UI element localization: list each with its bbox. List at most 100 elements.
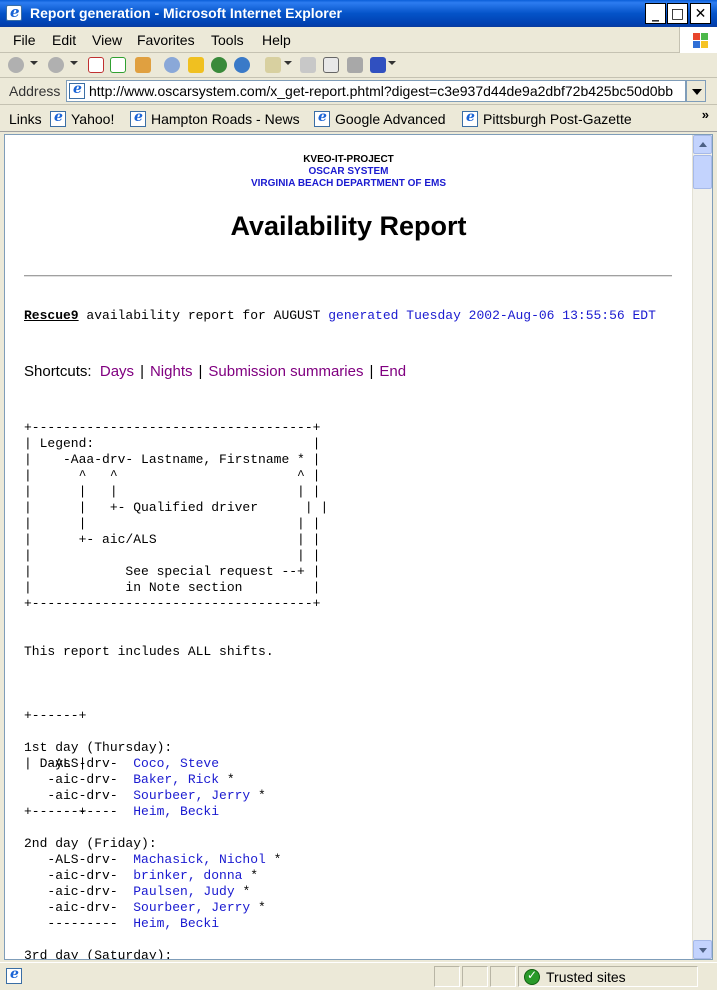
special-request-mark: *: [219, 772, 235, 787]
menu-file[interactable]: File: [13, 32, 36, 48]
menu-view[interactable]: View: [92, 32, 122, 48]
print-icon[interactable]: [300, 57, 316, 73]
role-code: -aic-drv-: [24, 772, 134, 787]
search-icon[interactable]: [164, 57, 180, 73]
address-url[interactable]: http://www.oscarsystem.com/x_get-report.…: [89, 83, 673, 99]
menu-edit[interactable]: Edit: [52, 32, 76, 48]
divider: [24, 275, 672, 277]
roster-row: --------- Heim, Becki: [24, 916, 281, 932]
roster-row: --------- Heim, Becki: [24, 804, 281, 820]
report-text: availability report for AUGUST: [78, 308, 329, 323]
includes-text: This report includes ALL shifts.: [24, 644, 274, 659]
member-name: brinker, donna: [133, 868, 243, 883]
page-icon: [69, 81, 85, 99]
menu-favorites[interactable]: Favorites: [137, 32, 195, 48]
role-code: ---------: [24, 916, 134, 931]
legend-line: | | | |: [24, 516, 321, 531]
link-label: Hampton Roads - News: [151, 111, 300, 127]
vertical-scrollbar[interactable]: [692, 135, 712, 959]
role-code: -aic-drv-: [24, 868, 134, 883]
special-request-mark: *: [265, 852, 282, 867]
ie-icon: [6, 3, 22, 21]
member-name: Paulsen, Judy: [133, 884, 235, 899]
roster-row: -ALS-drv- Coco, Steve: [24, 756, 281, 772]
link-yahoo[interactable]: Yahoo!: [50, 109, 115, 132]
page-viewport[interactable]: KVEO-IT-PROJECT OSCAR SYSTEM VIRGINIA BE…: [4, 134, 713, 960]
ie-page-icon: [50, 109, 66, 127]
member-name: Heim, Becki: [133, 804, 220, 819]
forward-dropdown-icon[interactable]: [70, 61, 78, 65]
zone-label: Trusted sites: [546, 969, 626, 985]
shortcut-nights-link[interactable]: Nights: [150, 363, 193, 380]
discuss-icon[interactable]: [347, 57, 363, 73]
edit-icon[interactable]: [323, 57, 339, 73]
status-pane: [462, 966, 488, 987]
legend-line: +------------------------------------+: [24, 596, 321, 611]
mail-dropdown-icon[interactable]: [284, 61, 292, 65]
link-label: Google Advanced: [335, 111, 446, 127]
scroll-thumb[interactable]: [693, 155, 712, 189]
title-bar[interactable]: Report generation - Microsoft Internet E…: [0, 0, 717, 27]
minimize-button[interactable]: _: [645, 3, 666, 24]
links-more-chevron-icon[interactable]: »: [702, 107, 709, 122]
address-input[interactable]: http://www.oscarsystem.com/x_get-report.…: [66, 80, 686, 102]
member-name: Machasick, Nichol: [133, 852, 266, 867]
special-request-mark: *: [250, 788, 266, 803]
shortcut-days-link[interactable]: Days: [100, 363, 134, 380]
shortcuts-bar: Shortcuts: Days | Nights | Submission summar…: [24, 363, 407, 380]
shortcut-submission-summaries-link[interactable]: Submission summaries: [208, 363, 363, 380]
scroll-down-button[interactable]: [693, 940, 712, 959]
address-bar: Address http://www.oscarsystem.com/x_get…: [0, 78, 717, 105]
address-label: Address: [9, 83, 61, 99]
status-pane: [490, 966, 516, 987]
legend-line: | +- aic/ALS | |: [24, 532, 321, 547]
link-label: Yahoo!: [71, 111, 115, 127]
trusted-zone-icon: [524, 968, 540, 985]
roster-row: -aic-drv- brinker, donna *: [24, 868, 281, 884]
link-google-advanced[interactable]: Google Advanced: [314, 109, 446, 132]
days-roster: 1st day (Thursday): -ALS-drv- Coco, Stev…: [24, 740, 282, 960]
forward-icon[interactable]: [48, 57, 64, 73]
legend-line: | in Note section |: [24, 580, 321, 595]
role-code: -aic-drv-: [24, 900, 134, 915]
home-icon[interactable]: [135, 57, 151, 73]
link-hampton-roads-news[interactable]: Hampton Roads - News: [130, 109, 300, 132]
maximize-button[interactable]: □: [667, 3, 688, 24]
mail-icon[interactable]: [265, 57, 281, 73]
messenger-dropdown-icon[interactable]: [388, 61, 396, 65]
ie-page-icon: [130, 109, 146, 127]
close-button[interactable]: ✕: [690, 3, 711, 24]
link-label: Pittsburgh Post-Gazette: [483, 111, 632, 127]
links-label: Links: [9, 111, 42, 127]
link-pittsburgh-post-gazette[interactable]: Pittsburgh Post-Gazette: [462, 109, 632, 132]
favorites-star-icon[interactable]: [188, 57, 204, 73]
messenger-icon[interactable]: [370, 57, 386, 73]
unit-link[interactable]: Rescue9: [24, 308, 79, 323]
history-icon[interactable]: [234, 57, 250, 73]
stop-icon[interactable]: [88, 57, 104, 73]
days-box-top: +------+: [24, 708, 87, 723]
address-dropdown-button[interactable]: [686, 80, 706, 102]
menu-help[interactable]: Help: [262, 32, 291, 48]
member-name: Coco, Steve: [133, 756, 220, 771]
day-heading: 3rd day (Saturday):: [24, 948, 173, 960]
member-name: Sourbeer, Jerry: [133, 900, 251, 915]
special-request-mark: *: [234, 884, 251, 899]
legend-box: +------------------------------------+ | …: [24, 420, 328, 612]
department-header: VIRGINIA BEACH DEPARTMENT OF EMS: [250, 178, 446, 189]
toolbar: [0, 53, 717, 78]
back-dropdown-icon[interactable]: [30, 61, 38, 65]
role-code: -aic-drv-: [24, 884, 134, 899]
shortcut-end-link[interactable]: End: [379, 363, 406, 380]
legend-line: | Legend: |: [24, 436, 321, 451]
report-document: KVEO-IT-PROJECT OSCAR SYSTEM VIRGINIA BE…: [5, 135, 692, 959]
back-icon[interactable]: [8, 57, 24, 73]
refresh-icon[interactable]: [110, 57, 126, 73]
legend-line: | | |: [24, 548, 321, 563]
links-bar: Links Yahoo! Hampton Roads - News Google…: [0, 105, 717, 132]
window-title: Report generation - Microsoft Internet E…: [30, 5, 342, 21]
media-icon[interactable]: [211, 57, 227, 73]
menu-tools[interactable]: Tools: [211, 32, 244, 48]
scroll-up-button[interactable]: [693, 135, 712, 154]
